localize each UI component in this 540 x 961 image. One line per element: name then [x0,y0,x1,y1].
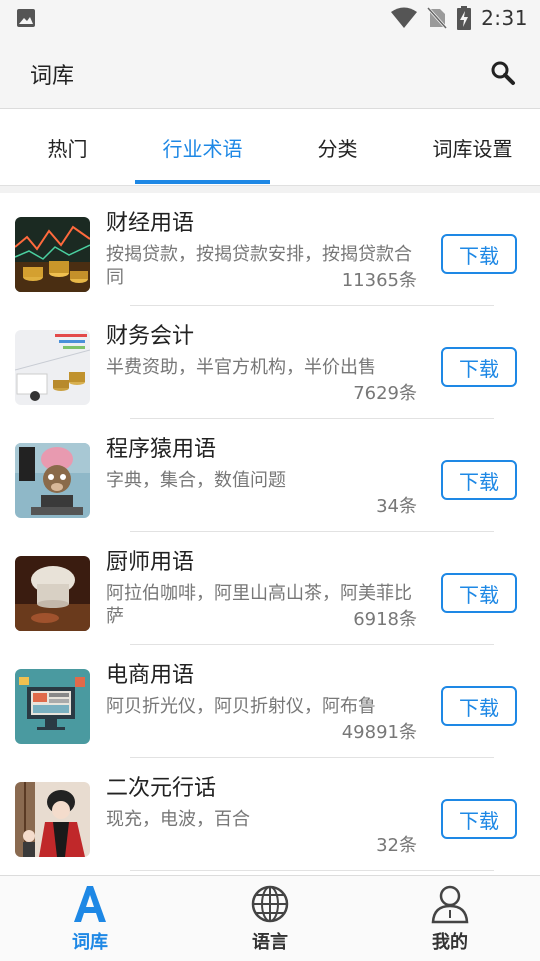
item-count: 6918条 [353,609,417,630]
item-count: 34条 [376,496,417,517]
item-count: 49891条 [341,722,417,743]
item-count: 32条 [376,835,417,856]
lexicon-list: 财经用语 按揭贷款，按揭贷款安排，按揭贷款合同 11365条 下载 财务会计 半… [0,193,540,875]
download-button[interactable]: 下载 [441,234,517,274]
list-item[interactable]: 二次元行话 现充，电波，百合 32条 下载 [0,758,540,871]
download-button[interactable]: 下载 [441,347,517,387]
list-item[interactable]: 财务会计 半费资助，半官方机构，半价出售 7629条 下载 [0,306,540,419]
list-item[interactable]: 程序猿用语 字典，集合，数值问题 34条 下载 [0,419,540,532]
list-item[interactable]: 财经用语 按揭贷款，按揭贷款安排，按揭贷款合同 11365条 下载 [0,193,540,306]
bottom-navigation: 词库 语言 我的 [0,875,540,961]
item-title: 电商用语 [106,663,195,688]
nav-label: 我的 [432,932,468,953]
download-button[interactable]: 下载 [441,799,517,839]
no-sim-icon [427,7,448,29]
status-bar: 2:31 [0,0,540,36]
wifi-icon [391,7,418,28]
item-description: 字典，集合，数值问题 [106,470,286,491]
divider [130,870,494,871]
list-item[interactable]: 电商用语 阿贝折光仪，阿贝折射仪，阿布鲁 49891条 下载 [0,645,540,758]
tab-bar: 热门 行业术语 分类 词库设置 [0,109,540,186]
nav-label: 语言 [252,932,288,953]
item-description: 现充，电波，百合 [106,809,250,830]
letter-a-icon [74,886,106,922]
tab-industry-terms[interactable]: 行业术语 [135,109,270,185]
globe-icon [251,885,289,923]
image-icon [17,9,35,27]
download-button[interactable]: 下载 [441,573,517,613]
download-button[interactable]: 下载 [441,686,517,726]
tab-category[interactable]: 分类 [270,109,405,185]
person-icon [431,885,469,924]
active-tab-indicator [135,180,270,184]
item-title: 财经用语 [106,211,195,236]
item-title: 厨师用语 [106,550,195,575]
ecommerce-thumbnail [15,669,90,744]
item-count: 7629条 [353,383,417,404]
nav-lexicon[interactable]: 词库 [0,876,180,961]
item-title: 二次元行话 [106,776,217,801]
nav-mine[interactable]: 我的 [360,876,540,961]
app-bar: 词库 [0,36,540,109]
anime-thumbnail [15,782,90,857]
accounting-thumbnail [15,330,90,405]
list-item[interactable]: 厨师用语 阿拉伯咖啡，阿里山高山茶，阿美菲比萨 6918条 下载 [0,532,540,645]
battery-charging-icon [457,6,472,30]
item-title: 财务会计 [106,324,195,349]
search-icon[interactable] [490,60,516,86]
nav-label: 词库 [72,932,108,953]
item-title: 程序猿用语 [106,437,217,462]
nav-language[interactable]: 语言 [180,876,360,961]
tab-lexicon-settings[interactable]: 词库设置 [405,109,540,185]
page-title: 词库 [30,64,75,89]
chef-thumbnail [15,556,90,631]
finance-thumbnail [15,217,90,292]
tab-hot[interactable]: 热门 [0,109,135,185]
status-time: 2:31 [481,6,528,30]
item-count: 11365条 [341,270,417,291]
download-button[interactable]: 下载 [441,460,517,500]
programmer-thumbnail [15,443,90,518]
